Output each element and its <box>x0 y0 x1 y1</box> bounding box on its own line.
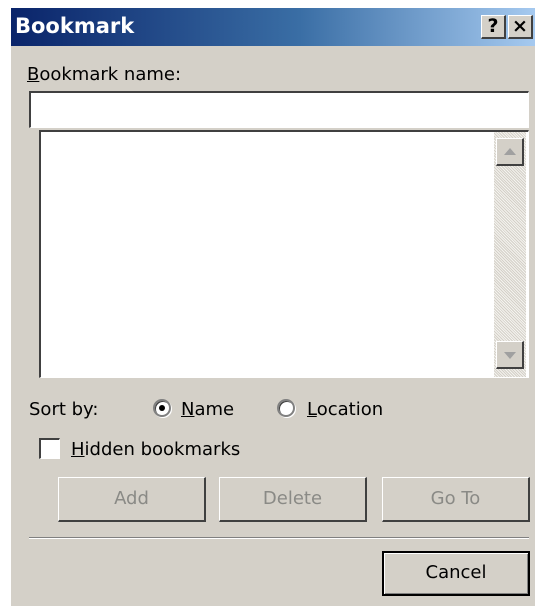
bookmark-list[interactable] <box>39 130 529 378</box>
bookmark-dialog: Bookmark ? × Bookmark name: Sort by: Nam… <box>10 8 535 606</box>
scroll-down-button[interactable] <box>496 341 524 369</box>
hidden-bookmarks-checkbox[interactable] <box>39 438 60 459</box>
separator <box>29 537 529 539</box>
title-bar[interactable]: Bookmark ? × <box>11 8 535 46</box>
list-scrollbar[interactable] <box>494 132 526 377</box>
dialog-title: Bookmark <box>15 14 135 38</box>
bookmark-name-label: Bookmark name: <box>27 64 181 85</box>
add-button[interactable]: Add <box>58 477 206 522</box>
hidden-bookmarks-access-key: H <box>71 439 85 460</box>
hidden-bookmarks-label-text: idden bookmarks <box>84 439 241 460</box>
close-button[interactable]: × <box>508 15 533 39</box>
bookmark-name-label-text: ookmark name: <box>39 64 182 85</box>
hidden-bookmarks-label[interactable]: Hidden bookmarks <box>71 439 240 460</box>
sort-location-label[interactable]: Location <box>307 399 383 420</box>
sort-name-label-text: ame <box>194 399 235 420</box>
sort-name-label[interactable]: Name <box>181 399 234 420</box>
arrow-down-icon <box>504 352 516 359</box>
bookmark-name-input[interactable] <box>29 91 529 128</box>
sort-location-radio[interactable] <box>277 399 295 417</box>
help-button[interactable]: ? <box>481 15 506 39</box>
delete-button[interactable]: Delete <box>219 477 367 522</box>
cancel-button[interactable]: Cancel <box>382 551 530 596</box>
arrow-up-icon <box>504 148 516 155</box>
sort-location-label-text: ocation <box>316 399 384 420</box>
sort-location-access-key: L <box>307 399 317 420</box>
go-to-button[interactable]: Go To <box>382 477 530 522</box>
scroll-up-button[interactable] <box>496 138 524 166</box>
sort-by-label: Sort by: <box>29 399 99 420</box>
radio-selected-dot <box>159 405 165 411</box>
sort-name-radio[interactable] <box>153 399 171 417</box>
sort-name-access-key: N <box>181 399 195 420</box>
bookmark-name-access-key: B <box>27 64 40 85</box>
